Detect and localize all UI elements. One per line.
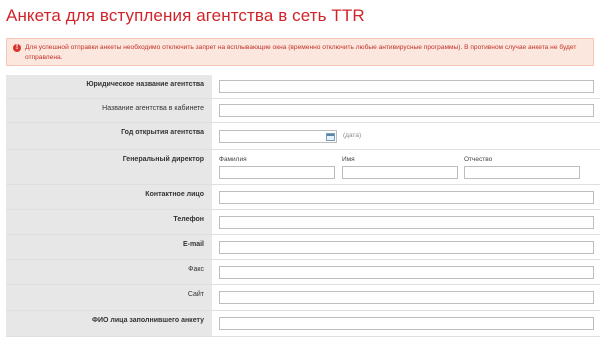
phone-input[interactable]: [219, 216, 594, 229]
row-email: E-mail: [6, 235, 600, 260]
fax-label: Факс: [6, 260, 212, 284]
patronymic-label: Отчество: [464, 156, 493, 163]
row-contact: Контактное лицо: [6, 185, 600, 210]
row-phone: Телефон: [6, 210, 600, 235]
first-name-input[interactable]: [342, 166, 458, 179]
exclamation-icon: !: [13, 44, 21, 52]
fax-input[interactable]: [219, 266, 594, 279]
patronymic-group: Отчество: [464, 156, 580, 179]
contact-label: Контактное лицо: [6, 185, 212, 209]
opening-date-input[interactable]: [219, 130, 337, 143]
cabinet-name-label: Название агентства в кабинете: [6, 99, 212, 122]
legal-name-label: Юридическое название агентства: [6, 75, 212, 98]
row-filled-by: ФИО лица заполнившего анкету: [6, 311, 600, 337]
page-title: Анкета для вступления агентства в сеть T…: [6, 6, 365, 25]
row-cabinet-name: Название агентства в кабинете: [6, 99, 600, 123]
row-fax: Факс: [6, 260, 600, 285]
cabinet-name-input[interactable]: [219, 104, 594, 117]
site-label: Сайт: [6, 285, 212, 310]
first-name-label: Имя: [342, 156, 355, 163]
calendar-icon[interactable]: [326, 133, 335, 141]
director-label: Генеральный директор: [6, 150, 212, 184]
date-hint: (дата): [343, 132, 362, 139]
surname-label: Фамилия: [219, 156, 247, 163]
name-group: Имя: [342, 156, 458, 179]
alert-text: Для успешной отправки анкеты необходимо …: [25, 44, 577, 61]
contact-input[interactable]: [219, 191, 594, 204]
row-director: Генеральный директор Фамилия Имя Отчеств…: [6, 150, 600, 185]
surname-input[interactable]: [219, 166, 335, 179]
legal-name-input[interactable]: [219, 80, 594, 93]
warning-alert: ! Для успешной отправки анкеты необходим…: [6, 38, 594, 66]
phone-label: Телефон: [6, 210, 212, 234]
surname-group: Фамилия: [219, 156, 335, 179]
site-input[interactable]: [219, 291, 594, 304]
row-legal-name: Юридическое название агентства: [6, 75, 600, 99]
email-label: E-mail: [6, 235, 212, 259]
filled-by-label: ФИО лица заполнившего анкету: [6, 311, 212, 336]
row-opening-year: Год открытия агентства (дата): [6, 123, 600, 150]
opening-year-label: Год открытия агентства: [6, 123, 212, 149]
filled-by-input[interactable]: [219, 317, 594, 330]
patronymic-input[interactable]: [464, 166, 580, 179]
email-input[interactable]: [219, 241, 594, 254]
row-site: Сайт: [6, 285, 600, 311]
